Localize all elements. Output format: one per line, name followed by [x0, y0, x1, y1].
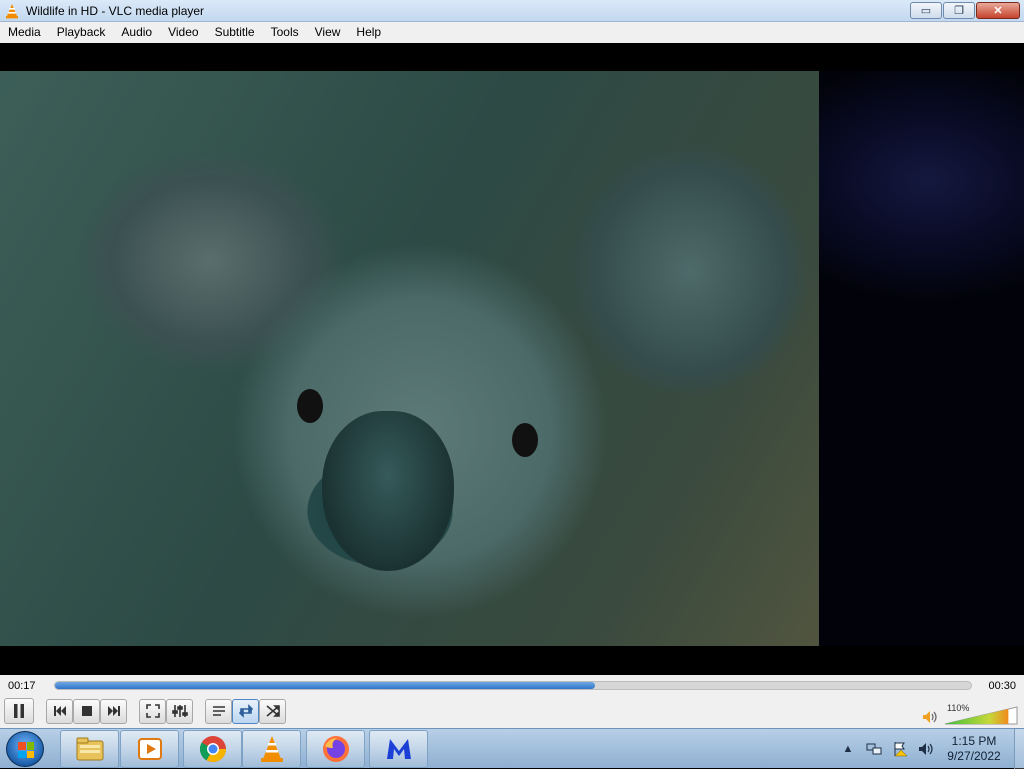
title-bar[interactable]: Wildlife in HD - VLC media player ▭ ❐ ✕ — [0, 0, 1024, 22]
vlc-cone-icon — [6, 4, 18, 19]
network-icon[interactable] — [866, 741, 882, 757]
show-hidden-icons-icon[interactable]: ▲ — [840, 741, 856, 757]
playback-controls: 00:17 00:30 110% — [0, 675, 1024, 728]
window-controls: ▭ ❐ ✕ — [910, 2, 1020, 20]
clock-time: 1:15 PM — [951, 734, 997, 748]
pause-icon — [14, 704, 24, 718]
fullscreen-button[interactable] — [139, 698, 166, 724]
koala-nose — [322, 411, 454, 571]
seek-bar[interactable] — [54, 681, 972, 690]
malwarebytes-icon — [386, 739, 411, 759]
taskbar-malwarebytes[interactable] — [369, 730, 428, 768]
next-button[interactable] — [100, 698, 127, 724]
extended-settings-icon — [171, 705, 188, 717]
menu-video[interactable]: Video — [160, 22, 206, 43]
fullscreen-icon — [145, 704, 160, 718]
volume-slider[interactable] — [944, 706, 1018, 725]
close-button[interactable]: ✕ — [976, 2, 1020, 19]
extended-settings-button[interactable] — [166, 698, 193, 724]
chrome-icon — [199, 736, 226, 763]
menu-bar: Media Playback Audio Video Subtitle Tool… — [0, 22, 1024, 43]
taskbar-media-player[interactable] — [120, 730, 179, 768]
action-center-flag-icon[interactable] — [892, 741, 908, 757]
vlc-icon — [260, 736, 283, 762]
koala-right-eye — [512, 423, 538, 457]
shuffle-icon — [265, 705, 280, 717]
menu-audio[interactable]: Audio — [113, 22, 160, 43]
speaker-icon[interactable] — [922, 710, 938, 724]
media-player-icon — [137, 738, 162, 760]
show-desktop-button[interactable] — [1014, 729, 1024, 769]
current-time: 00:17 — [8, 680, 36, 692]
windows-taskbar: ▲ 1:15 PM 9/27/2022 — [0, 728, 1024, 769]
control-buttons — [4, 697, 286, 725]
clock-date: 9/27/2022 — [947, 749, 1001, 763]
loop-button[interactable] — [232, 698, 259, 724]
video-output[interactable] — [0, 43, 1024, 675]
total-time: 00:30 — [988, 680, 1016, 692]
menu-media[interactable]: Media — [0, 22, 49, 43]
menu-view[interactable]: View — [307, 22, 349, 43]
firefox-icon — [322, 736, 349, 762]
window-title: Wildlife in HD - VLC media player — [26, 4, 205, 18]
menu-subtitle[interactable]: Subtitle — [207, 22, 263, 43]
loop-icon — [238, 704, 253, 718]
stop-icon — [81, 706, 92, 716]
taskbar-chrome[interactable] — [183, 730, 242, 768]
previous-button[interactable] — [46, 698, 73, 724]
shuffle-button[interactable] — [259, 698, 286, 724]
windows-logo-icon — [18, 742, 34, 758]
pause-button[interactable] — [4, 698, 34, 724]
restore-button[interactable]: ❐ — [943, 2, 975, 19]
taskbar-explorer[interactable] — [60, 730, 119, 768]
vlc-window: Wildlife in HD - VLC media player ▭ ❐ ✕ … — [0, 0, 1024, 769]
taskbar-vlc[interactable] — [242, 730, 301, 768]
system-clock[interactable]: 1:15 PM 9/27/2022 — [936, 734, 1012, 764]
video-artifact-region — [819, 71, 1024, 646]
playlist-button[interactable] — [205, 698, 232, 724]
playlist-icon — [212, 706, 225, 716]
windows-explorer-icon — [76, 737, 103, 761]
previous-icon — [53, 706, 66, 716]
next-icon — [107, 706, 120, 716]
stop-button[interactable] — [73, 698, 100, 724]
menu-playback[interactable]: Playback — [49, 22, 114, 43]
video-frame-koala — [0, 71, 819, 646]
minimize-button[interactable]: ▭ — [910, 2, 942, 19]
system-tray: ▲ — [840, 729, 934, 769]
taskbar-firefox[interactable] — [306, 730, 365, 768]
seek-bar-progress — [55, 682, 596, 689]
koala-left-eye — [297, 389, 323, 423]
tray-volume-icon[interactable] — [918, 741, 934, 757]
start-button[interactable] — [6, 731, 44, 767]
menu-help[interactable]: Help — [348, 22, 389, 43]
menu-tools[interactable]: Tools — [263, 22, 307, 43]
